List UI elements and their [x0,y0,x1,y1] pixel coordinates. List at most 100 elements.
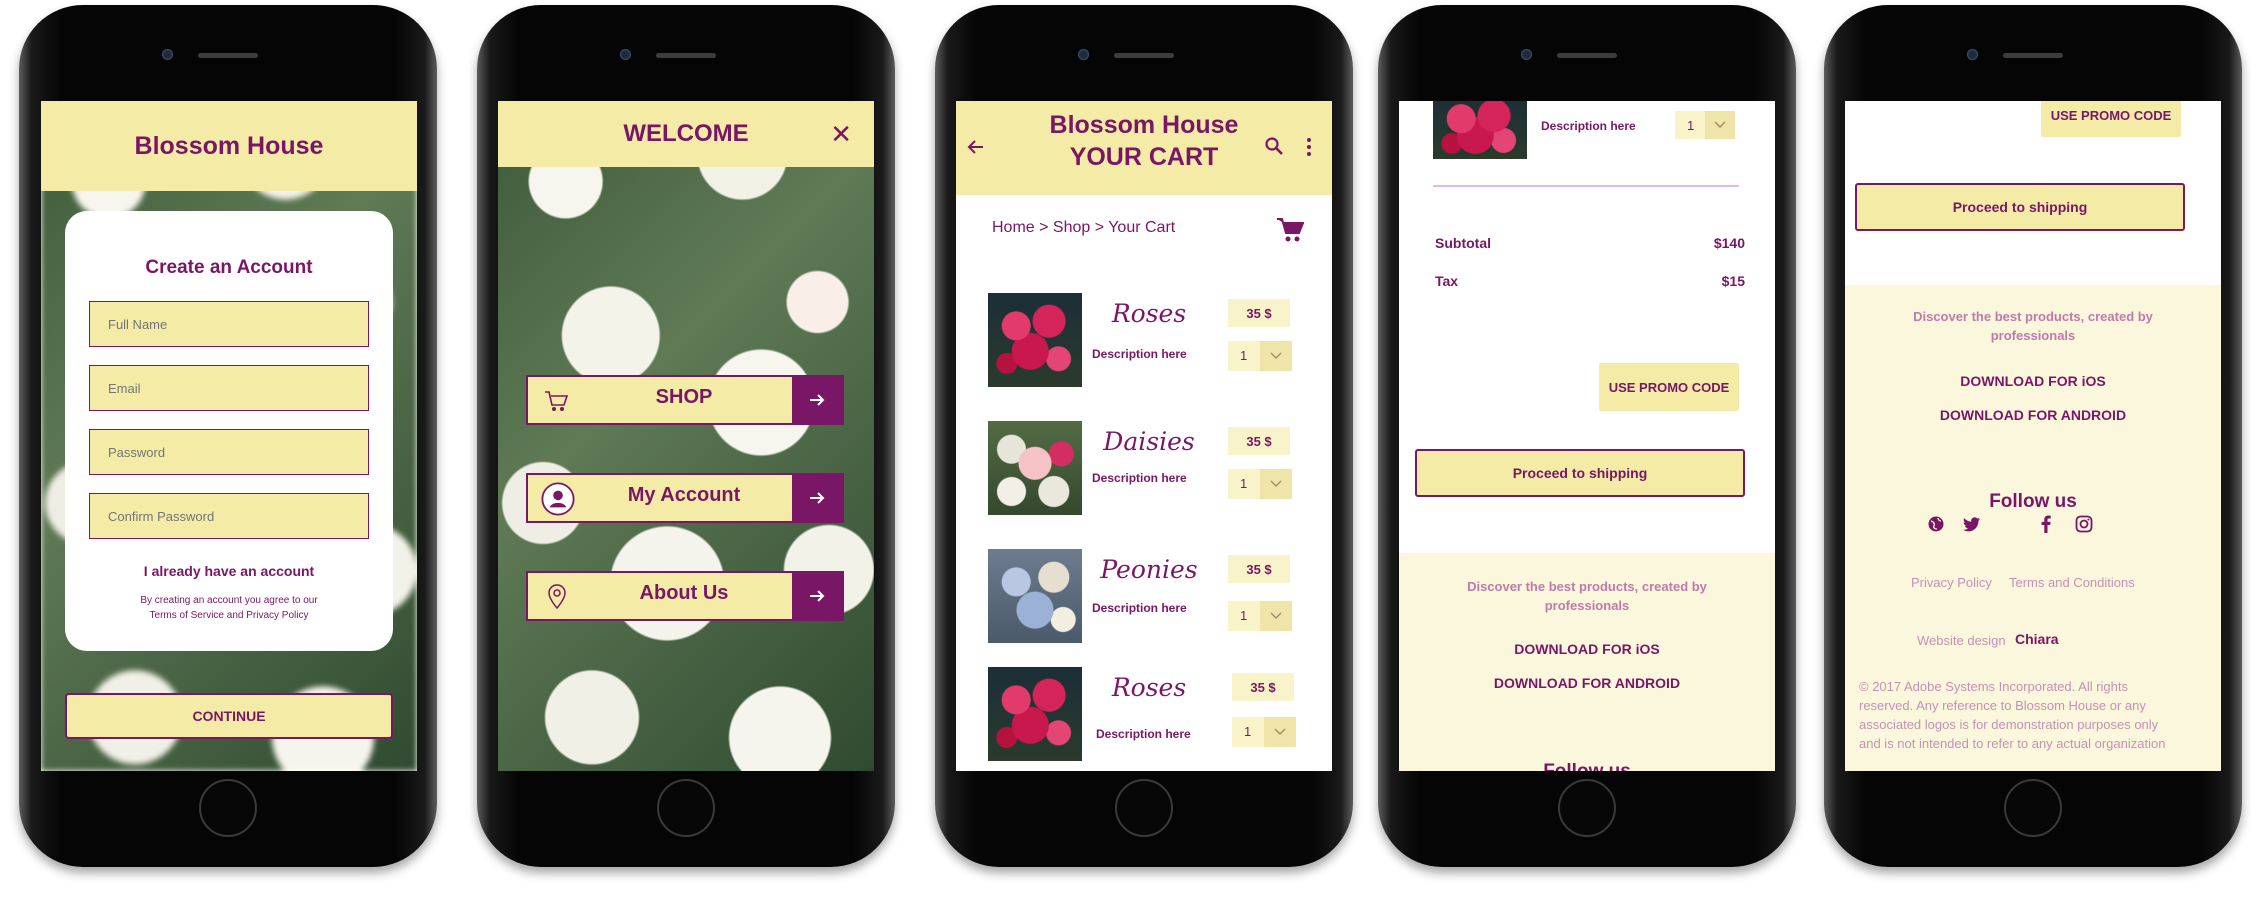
product-image[interactable] [988,293,1082,387]
copyright-line-4: and is not intended to refer to any actu… [1859,736,2166,751]
quantity-select[interactable]: 1 [1675,111,1735,139]
chevron-down-icon [1705,111,1735,139]
product-name[interactable]: Roses [1094,299,1204,328]
copyright-line-3: associated logos is for demonstration pu… [1859,717,2159,732]
arrow-right-icon [792,573,842,619]
full-name-field[interactable] [89,301,369,347]
subtotal-value: $140 [1713,235,1745,251]
use-promo-code-button[interactable]: USE PROMO CODE [1599,363,1739,411]
quantity-select[interactable]: 1 [1228,341,1292,371]
speaker-slot [1557,53,1617,58]
about-us-button[interactable]: About Us [526,571,844,621]
brand-title: Blossom House [134,131,324,160]
chevron-down-icon [1260,469,1292,499]
product-price: 35 $ [1232,673,1294,701]
proceed-to-shipping-button[interactable]: Proceed to shipping [1855,183,2185,231]
shop-button[interactable]: SHOP [526,375,844,425]
login-link[interactable]: I already have an account [65,563,393,579]
user-icon [541,482,575,516]
site-footer: Discover the best products, created by pr… [1845,285,2221,771]
quantity-select[interactable]: 1 [1228,469,1292,499]
product-description: Description here [1092,471,1187,485]
home-button [2004,779,2062,837]
download-ios-link[interactable]: DOWNLOAD FOR iOS [1845,373,2221,389]
password-field[interactable] [89,429,369,475]
terms-note: By creating an account you agree to our … [105,593,353,623]
product-image[interactable] [988,667,1082,761]
twitter-icon[interactable] [1963,517,1981,532]
cart-screen: Blossom House YOUR CART Home > Shop > Yo… [956,101,1332,771]
cart-item: Roses Description here 35 $ 1 [988,293,1308,389]
globe-icon[interactable] [1927,515,1945,533]
search-icon[interactable] [1264,136,1284,156]
terms-link[interactable]: Terms of Service and Privacy Policy [105,608,353,623]
tagline-line-1: Discover the best products, created by [1467,579,1707,594]
product-description: Description here [1092,347,1187,361]
quantity-select[interactable]: 1 [1232,717,1296,747]
product-price: 35 $ [1228,299,1290,327]
tagline-line-1: Discover the best products, created by [1913,309,2153,324]
privacy-policy-link[interactable]: Privacy Policy [1911,575,1992,590]
product-image[interactable] [1433,101,1527,159]
website-design-label: Website design [1917,633,2006,648]
quantity-value: 1 [1240,348,1248,363]
cart-item: Daisies Description here 35 $ 1 [988,421,1308,517]
download-ios-link[interactable]: DOWNLOAD FOR iOS [1399,641,1775,657]
arrow-right-icon [792,475,842,521]
phone-frame-welcome: WELCOME ✕ SHOP My Account About Us [477,5,895,867]
terms-line-1: By creating an account you agree to our [140,595,318,606]
signup-screen: Blossom House Create an Account I alread… [41,101,417,771]
instagram-icon[interactable] [2075,515,2093,533]
email-field[interactable] [89,365,369,411]
camera-dot [1967,49,1978,60]
product-name[interactable]: Daisies [1094,427,1204,456]
cart-icon[interactable] [1276,217,1304,243]
footer-screen: USE PROMO CODE Proceed to shipping Disco… [1845,101,2221,771]
use-promo-code-button[interactable]: USE PROMO CODE [2041,101,2181,137]
close-icon[interactable]: ✕ [830,119,852,150]
back-arrow-icon[interactable] [966,137,986,157]
product-image[interactable] [988,549,1082,643]
footer-tagline: Discover the best products, created by pr… [1399,577,1775,615]
product-name[interactable]: Roses [1094,673,1204,702]
checkout-screen: Description here 1 Subtotal $140 Tax $15 U… [1399,101,1775,771]
chevron-down-icon [1264,717,1296,747]
product-image[interactable] [988,421,1082,515]
chevron-down-icon [1260,341,1292,371]
product-name[interactable]: Peonies [1094,555,1204,584]
chevron-down-icon [1260,601,1292,631]
subtotal-row: Subtotal $140 [1435,235,1745,251]
quantity-select[interactable]: 1 [1228,601,1292,631]
designer-name[interactable]: Chiara [2015,631,2059,647]
proceed-to-shipping-button[interactable]: Proceed to shipping [1415,449,1745,497]
phone-frame-cart: Blossom House YOUR CART Home > Shop > Yo… [935,5,1353,867]
subtotal-label: Subtotal [1435,235,1491,251]
cart-icon [545,391,569,411]
arrow-right-icon [792,377,842,423]
your-cart-title: YOUR CART [1069,143,1219,171]
my-account-button[interactable]: My Account [526,473,844,523]
app-header: Blossom House [41,101,417,191]
welcome-header: WELCOME [498,101,874,167]
follow-us-heading: Follow us [1399,761,1775,771]
cart-title: Blossom House YOUR CART [1016,109,1272,173]
home-button [199,779,257,837]
terms-and-conditions-link[interactable]: Terms and Conditions [2009,575,2135,590]
download-android-link[interactable]: DOWNLOAD FOR ANDROID [1399,675,1775,691]
download-android-link[interactable]: DOWNLOAD FOR ANDROID [1845,407,2221,423]
facebook-icon[interactable] [2041,515,2051,533]
home-button [1558,779,1616,837]
product-description: Description here [1096,727,1191,741]
breadcrumb[interactable]: Home > Shop > Your Cart [992,219,1175,237]
footer-tagline: Discover the best products, created by pr… [1845,307,2221,345]
confirm-password-field[interactable] [89,493,369,539]
camera-dot [162,49,173,60]
divider [1433,185,1739,187]
quantity-value: 1 [1240,608,1248,623]
more-vertical-icon[interactable] [1306,137,1312,157]
about-us-label: About Us [639,582,729,604]
copyright-line-2: reserved. Any reference to Blossom House… [1859,698,2146,713]
site-footer: Discover the best products, created by pr… [1399,553,1775,771]
continue-button[interactable]: CONTINUE [65,693,393,739]
cart-item: Roses Description here 35 $ 1 [988,667,1308,763]
